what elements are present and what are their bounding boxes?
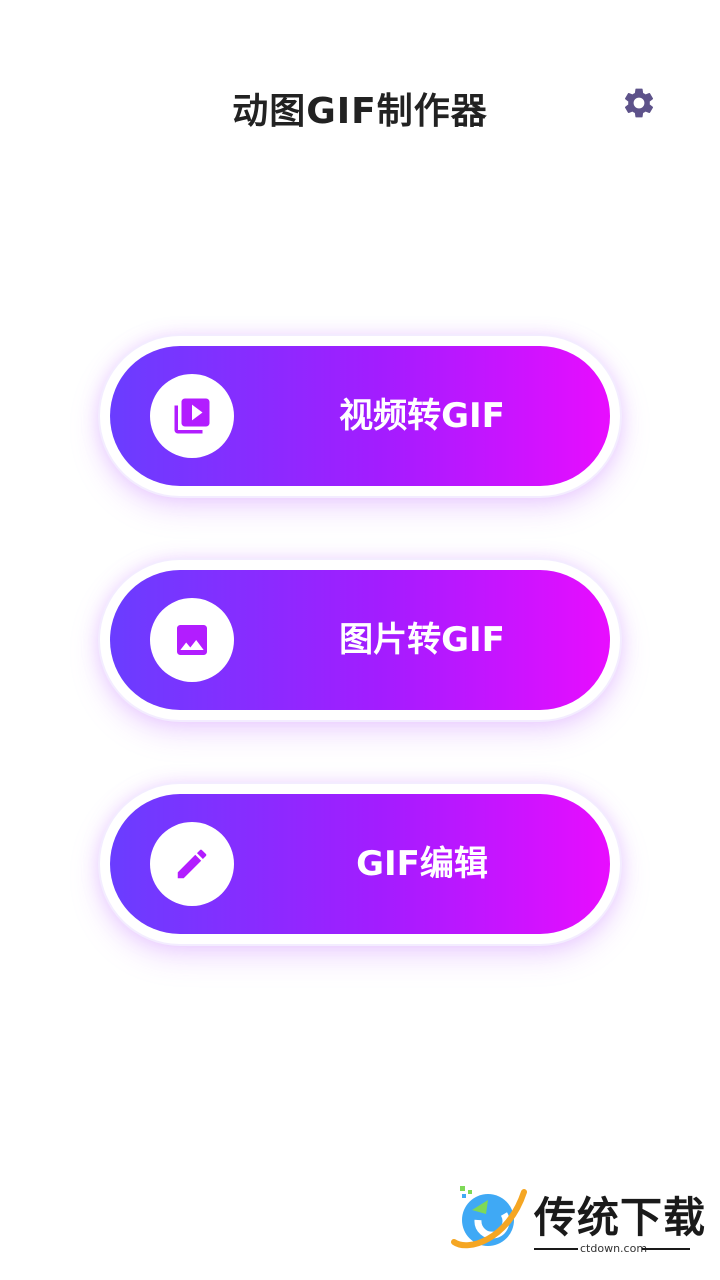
gear-icon <box>624 88 654 118</box>
watermark-line-right <box>642 1248 690 1250</box>
settings-button[interactable] <box>618 82 660 124</box>
image-icon-circle <box>150 598 234 682</box>
pencil-icon <box>177 849 207 879</box>
image-icon <box>177 625 207 655</box>
gif-edit-button[interactable]: GIF编辑 <box>110 794 610 934</box>
watermark-domain: ctdown.com <box>580 1242 648 1255</box>
watermark-logo-icon <box>451 1186 527 1249</box>
video-to-gif-label: 视频转GIF <box>339 396 505 436</box>
watermark-brand: 传统下载 <box>534 1193 707 1242</box>
pencil-icon-circle <box>150 822 234 906</box>
gif-edit-label: GIF编辑 <box>356 844 488 884</box>
image-to-gif-button[interactable]: 图片转GIF <box>110 570 610 710</box>
image-to-gif-label: 图片转GIF <box>339 620 505 660</box>
video-library-icon <box>174 398 210 434</box>
video-to-gif-button[interactable]: 视频转GIF <box>110 346 610 486</box>
watermark: 传统下载 ctdown.com <box>448 1180 705 1260</box>
video-icon-circle <box>150 374 234 458</box>
gif-edit-card: GIF编辑 <box>100 784 620 944</box>
video-to-gif-card: 视频转GIF <box>100 336 620 496</box>
image-to-gif-card: 图片转GIF <box>100 560 620 720</box>
page-title: 动图GIF制作器 <box>232 91 488 132</box>
watermark-line-left <box>534 1248 578 1250</box>
